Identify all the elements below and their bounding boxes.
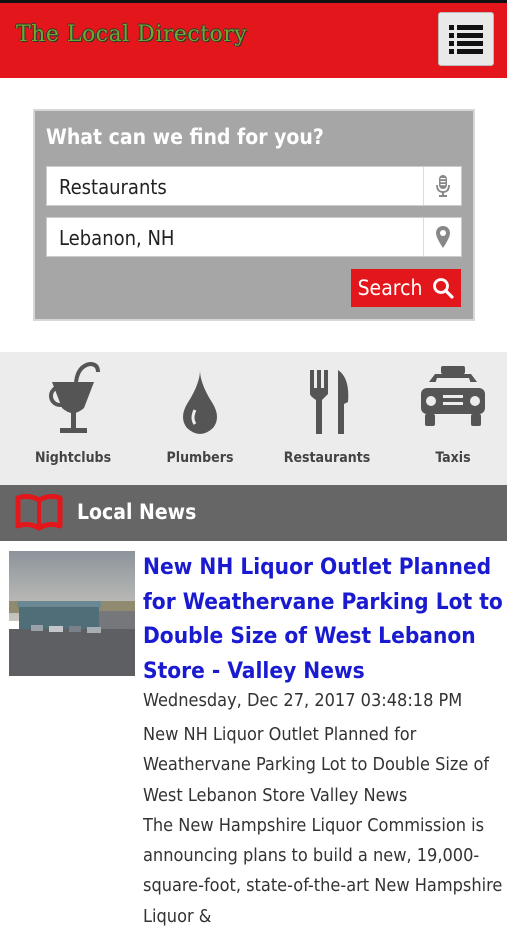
article-summary-line: The New Hampshire Liquor Commission is a…: [143, 814, 503, 927]
where-input[interactable]: Lebanon, NH: [46, 217, 462, 257]
where-input-value: Lebanon, NH: [59, 226, 175, 250]
microphone-icon[interactable]: [423, 167, 461, 205]
category-restaurants[interactable]: Restaurants: [267, 360, 387, 480]
article-summary: New NH Liquor Outlet Planned for Weather…: [143, 720, 503, 932]
what-input[interactable]: Restaurants: [46, 166, 462, 206]
fork-knife-icon: [310, 370, 349, 434]
app-header: The Local Directory: [0, 0, 507, 78]
category-label: Taxis: [435, 450, 471, 466]
local-news-header: Local News: [0, 485, 507, 541]
cocktail-icon: [49, 361, 100, 433]
search-button[interactable]: Search: [351, 269, 461, 307]
category-nightclubs[interactable]: Nightclubs: [13, 360, 133, 480]
app-logo[interactable]: The Local Directory: [16, 22, 247, 47]
category-label: Nightclubs: [34, 450, 112, 466]
article-headline-link[interactable]: New NH Liquor Outlet Planned for Weather…: [143, 550, 503, 688]
category-label: Restaurants: [283, 450, 371, 466]
section-title: Local News: [77, 500, 197, 524]
search-title: What can we find for you?: [46, 125, 324, 149]
article-thumbnail[interactable]: [9, 551, 135, 676]
status-strip: [0, 0, 507, 3]
location-pin-icon[interactable]: [423, 218, 461, 256]
category-label: Plumbers: [166, 450, 234, 466]
category-plumbers[interactable]: Plumbers: [140, 360, 260, 480]
menu-button[interactable]: [438, 12, 494, 66]
article-date: Wednesday, Dec 27, 2017 03:48:18 PM: [143, 690, 463, 711]
search-panel: What can we find for you? Restaurants Le…: [33, 109, 475, 321]
open-book-icon: [15, 494, 63, 531]
category-taxis[interactable]: Taxis: [393, 360, 507, 480]
magnifier-icon: [433, 278, 455, 299]
water-drop-icon: [183, 370, 217, 434]
article-summary-line: New NH Liquor Outlet Planned for Weather…: [143, 724, 490, 806]
list-menu-icon: [449, 25, 483, 54]
search-button-label: Search: [357, 276, 423, 300]
taxi-icon: [421, 366, 485, 426]
category-bar: Nightclubs Plumbers Restaurants Taxis: [0, 352, 507, 485]
what-input-value: Restaurants: [59, 175, 167, 199]
